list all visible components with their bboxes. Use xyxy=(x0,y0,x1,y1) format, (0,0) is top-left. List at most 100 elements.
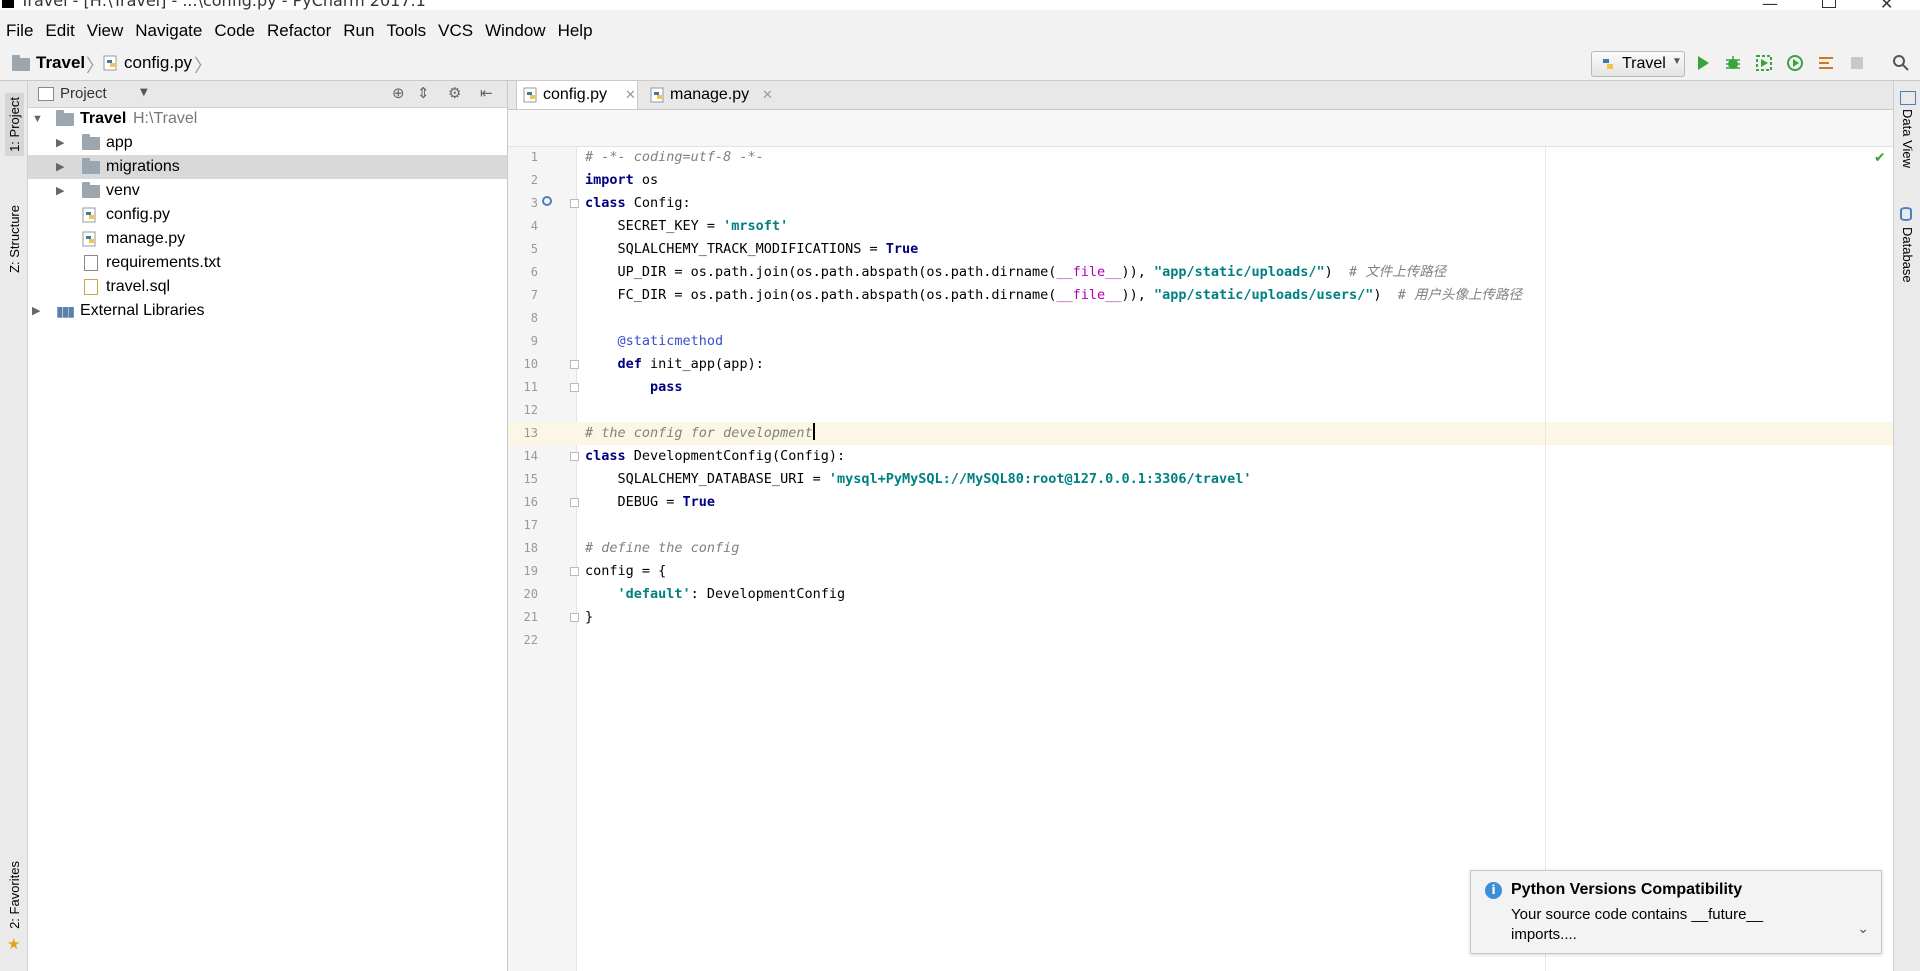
menu-navigate[interactable]: Navigate xyxy=(129,18,208,44)
line-number: 7 xyxy=(530,288,538,302)
python-file-icon xyxy=(82,231,96,247)
line-number: 12 xyxy=(523,403,538,417)
coverage-icon[interactable] xyxy=(1755,54,1773,72)
code-line[interactable]: 'default': DevelopmentConfig xyxy=(585,583,846,606)
menu-run[interactable]: Run xyxy=(337,18,380,44)
code-line[interactable]: class DevelopmentConfig(Config): xyxy=(585,445,845,468)
maximize-icon[interactable] xyxy=(1822,0,1836,8)
menu-window[interactable]: Window xyxy=(479,18,551,44)
locate-icon[interactable]: ⊕ xyxy=(392,84,405,102)
info-icon: i xyxy=(1485,882,1502,899)
run-configuration-select[interactable]: Travel ▼ xyxy=(1591,51,1685,77)
tree-item-manage-py[interactable]: manage.py xyxy=(28,227,507,251)
menu-edit[interactable]: Edit xyxy=(39,18,80,44)
code-line[interactable]: config = { xyxy=(585,560,666,583)
tree-external-libraries[interactable]: ▶ ▮▮▮ External Libraries xyxy=(28,299,507,323)
menu-code[interactable]: Code xyxy=(208,18,261,44)
override-gutter-icon[interactable] xyxy=(542,196,552,206)
line-number: 9 xyxy=(530,334,538,348)
code-line[interactable]: # define the config xyxy=(585,537,739,560)
tree-root-travel[interactable]: ▼ Travel H:\Travel xyxy=(28,107,507,131)
fold-marker-icon[interactable] xyxy=(570,613,579,622)
tree-item-config-py[interactable]: config.py xyxy=(28,203,507,227)
code-line[interactable]: pass xyxy=(585,376,683,399)
breadcrumb-file[interactable]: config.py xyxy=(124,53,192,73)
chevron-down-icon[interactable]: ⌄ xyxy=(1857,921,1869,937)
code-line[interactable]: UP_DIR = os.path.join(os.path.abspath(os… xyxy=(585,261,1447,284)
collapse-all-icon[interactable]: ⇕ xyxy=(417,84,430,102)
gear-icon[interactable]: ⚙ xyxy=(448,84,461,102)
profile-icon[interactable] xyxy=(1786,54,1804,72)
code-line[interactable]: # the config for development xyxy=(585,422,815,445)
close-icon[interactable]: ✕ xyxy=(1880,0,1893,13)
tree-item-requirements-txt[interactable]: requirements.txt xyxy=(28,251,507,275)
data-view-icon xyxy=(1900,91,1916,105)
project-panel-header: Project ▼ ⊕ ⇕ ⚙ ⇤ xyxy=(28,81,507,108)
line-number: 6 xyxy=(530,265,538,279)
minimize-icon[interactable]: — xyxy=(1762,0,1778,13)
run-icon[interactable] xyxy=(1694,54,1712,72)
code-line[interactable]: class Config: xyxy=(585,192,691,215)
line-number: 3 xyxy=(530,196,538,210)
code-line[interactable]: SQLALCHEMY_TRACK_MODIFICATIONS = True xyxy=(585,238,919,261)
tab-data-view-tool[interactable]: Data View xyxy=(1900,109,1915,168)
close-tab-icon[interactable]: ✕ xyxy=(625,81,636,109)
python-icon xyxy=(1603,59,1613,69)
notification-body[interactable]: Your source code contains __future__ imp… xyxy=(1511,905,1821,945)
tab-config-py[interactable]: config.py ✕ xyxy=(516,81,638,109)
code-line[interactable]: FC_DIR = os.path.join(os.path.abspath(os… xyxy=(585,284,1523,307)
tab-project-tool[interactable]: 1: Project xyxy=(5,93,24,156)
line-number: 16 xyxy=(523,495,538,509)
fold-marker-icon[interactable] xyxy=(570,452,579,461)
code-line[interactable]: @staticmethod xyxy=(585,330,724,353)
chevron-down-icon[interactable]: ▼ xyxy=(140,87,148,98)
code-line[interactable]: import os xyxy=(585,169,658,192)
folder-icon xyxy=(12,55,30,71)
hide-panel-icon[interactable]: ⇤ xyxy=(480,84,493,102)
code-line[interactable]: SQLALCHEMY_DATABASE_URI = 'mysql+PyMySQL… xyxy=(585,468,1252,491)
concurrency-icon[interactable] xyxy=(1817,54,1835,72)
window-title: Travel - [H:\Travel] - ...\config.py - P… xyxy=(20,0,426,10)
breadcrumb-separator: 〉 xyxy=(86,56,104,77)
tree-item-venv[interactable]: ▶ venv xyxy=(28,179,507,203)
tab-database-tool[interactable]: Database xyxy=(1900,227,1915,283)
title-bar: Travel - [H:\Travel] - ...\config.py - P… xyxy=(0,0,1920,13)
tab-structure-tool[interactable]: Z: Structure xyxy=(7,205,22,273)
tab-manage-py[interactable]: manage.py ✕ xyxy=(644,81,774,109)
code-line[interactable]: } xyxy=(585,606,593,629)
python-file-icon xyxy=(103,55,117,71)
line-number: 18 xyxy=(523,541,538,555)
menu-file[interactable]: File xyxy=(0,18,39,44)
code-line[interactable]: # -*- coding=utf-8 -*- xyxy=(585,146,764,169)
line-number: 11 xyxy=(523,380,538,394)
close-tab-icon[interactable]: ✕ xyxy=(762,81,773,109)
menu-refactor[interactable]: Refactor xyxy=(261,18,337,44)
menu-help[interactable]: Help xyxy=(552,18,599,44)
search-icon[interactable] xyxy=(1892,54,1910,72)
tree-item-travel-sql[interactable]: travel.sql xyxy=(28,275,507,299)
line-number: 5 xyxy=(530,242,538,256)
notification-balloon[interactable]: i Python Versions Compatibility Your sou… xyxy=(1470,870,1882,954)
fold-marker-icon[interactable] xyxy=(570,360,579,369)
fold-marker-icon[interactable] xyxy=(570,567,579,576)
code-line[interactable]: def init_app(app): xyxy=(585,353,764,376)
tab-favorites-tool[interactable]: 2: Favorites xyxy=(7,861,22,929)
code-line[interactable]: SECRET_KEY = 'mrsoft' xyxy=(585,215,789,238)
right-margin-guide xyxy=(1545,147,1546,971)
fold-marker-icon[interactable] xyxy=(570,498,579,507)
fold-marker-icon[interactable] xyxy=(570,199,579,208)
text-caret xyxy=(812,423,815,440)
stop-icon[interactable] xyxy=(1848,54,1866,72)
tree-item-app[interactable]: ▶ app xyxy=(28,131,507,155)
expanded-arrow-icon: ▼ xyxy=(32,113,43,125)
menu-view[interactable]: View xyxy=(81,18,130,44)
line-number: 10 xyxy=(523,357,538,371)
tree-item-migrations[interactable]: ▶ migrations xyxy=(28,155,507,179)
project-view-selector[interactable]: Project xyxy=(60,85,107,102)
menu-tools[interactable]: Tools xyxy=(380,18,432,44)
breadcrumb-project[interactable]: Travel xyxy=(36,53,85,73)
fold-marker-icon[interactable] xyxy=(570,383,579,392)
menu-vcs[interactable]: VCS xyxy=(432,18,479,44)
debug-icon[interactable] xyxy=(1724,54,1742,72)
code-line[interactable]: DEBUG = True xyxy=(585,491,716,514)
